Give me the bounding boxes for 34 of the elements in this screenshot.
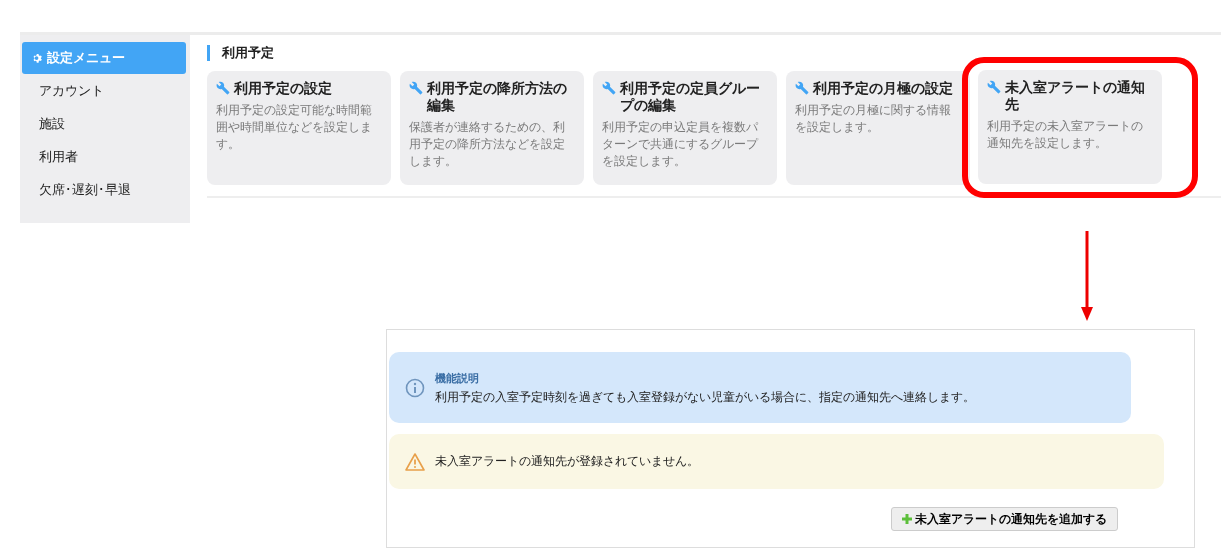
section-heading: 利用予定 xyxy=(207,45,274,61)
wrench-icon xyxy=(987,80,1001,94)
info-icon xyxy=(405,377,425,398)
wrench-icon xyxy=(795,81,809,95)
card-description: 利用予定の申込定員を複数パターンで共通にするグループを設定します。 xyxy=(602,119,760,170)
add-notification-button[interactable]: 未入室アラートの通知先を追加する xyxy=(891,507,1118,531)
wrench-icon xyxy=(602,81,616,95)
info-title: 機能説明 xyxy=(435,370,480,386)
card-title: 未入室アラートの通知先 xyxy=(1005,79,1146,113)
warning-text: 未入室アラートの通知先が登録されていません。 xyxy=(435,454,699,469)
card-title: 利用予定の月極の設定 xyxy=(813,80,953,97)
card-title: 利用予定の定員グループの編集 xyxy=(620,80,761,114)
settings-card[interactable]: 利用予定の定員グループの編集 利用予定の申込定員を複数パターンで共通にするグループを設定します。 xyxy=(593,71,777,185)
menu-title: 設定メニュー xyxy=(47,49,125,67)
sidebar-item[interactable]: 施設 xyxy=(22,107,190,140)
card-description: 利用予定の未入室アラートの通知先を設定します。 xyxy=(987,118,1144,152)
wrench-icon xyxy=(409,81,423,95)
card-description: 利用予定の月極に関する情報を設定します。 xyxy=(795,102,952,136)
info-text: 利用予定の入室予定時刻を過ぎても入室登録がない児童がいる場合に、指定の通知先へ連絡します。 xyxy=(435,389,975,405)
settings-card[interactable]: 利用予定の設定 利用予定の設定可能な時間範囲や時間単位などを設定します。 xyxy=(207,71,391,185)
card-description: 利用予定の設定可能な時間範囲や時間単位などを設定します。 xyxy=(216,102,373,153)
warning-icon xyxy=(405,452,425,471)
gear-icon xyxy=(32,52,43,64)
card-description: 保護者が連絡するための、利用予定の降所方法などを設定します。 xyxy=(409,119,566,170)
sidebar-item[interactable]: 欠席･遅刻･早退 xyxy=(22,173,190,206)
plus-icon xyxy=(902,514,912,524)
settings-card[interactable]: 利用予定の降所方法の編集 保護者が連絡するための、利用予定の降所方法などを設定します。 xyxy=(400,71,584,185)
settings-card[interactable]: 利用予定の月極の設定 利用予定の月極に関する情報を設定します。 xyxy=(786,71,970,185)
sidebar-item[interactable]: 利用者 xyxy=(22,140,190,173)
card-title: 利用予定の設定 xyxy=(234,80,332,97)
settings-card[interactable]: 未入室アラートの通知先 利用予定の未入室アラートの通知先を設定します。 xyxy=(978,70,1162,184)
wrench-icon xyxy=(216,81,230,95)
card-title: 利用予定の降所方法の編集 xyxy=(427,80,568,114)
sidebar-item[interactable]: アカウント xyxy=(22,74,190,107)
